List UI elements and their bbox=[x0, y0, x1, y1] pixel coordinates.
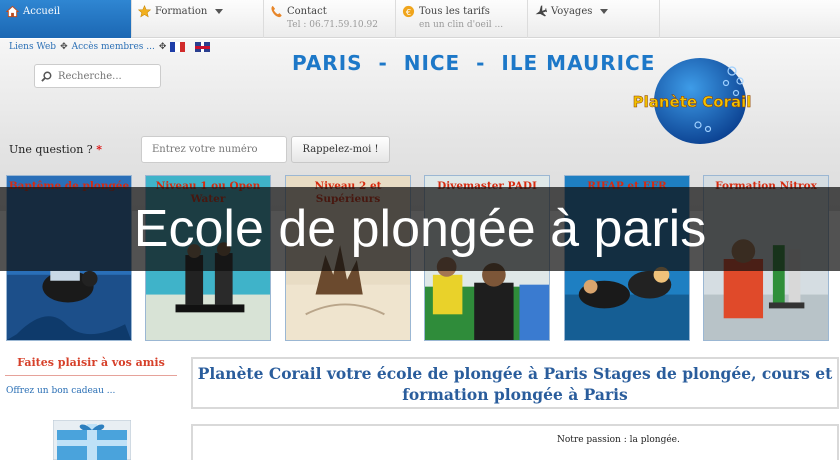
nav-filler bbox=[660, 0, 840, 38]
uk-flag-icon[interactable] bbox=[195, 42, 211, 52]
gift-voucher-link[interactable]: Offrez un bon cadeau ... bbox=[6, 386, 115, 396]
overlay-title: Ecole de plongée à paris bbox=[133, 200, 707, 258]
question-label: Une question ? * bbox=[9, 143, 102, 156]
gift-box-icon[interactable] bbox=[53, 420, 131, 460]
diamond-icon: ✥ bbox=[158, 42, 167, 52]
nav-label: Voyages bbox=[551, 6, 593, 17]
chevron-down-icon bbox=[215, 9, 224, 14]
nav-label: Formation bbox=[155, 6, 208, 17]
planete-corail-logo[interactable]: Planète Corail bbox=[628, 55, 756, 147]
language-row: Liens Web ✥ Accès membres ... ✥ bbox=[9, 42, 211, 52]
diamond-icon: ✥ bbox=[60, 42, 68, 52]
home-icon bbox=[6, 5, 19, 18]
nav-item-voyages[interactable]: Voyages bbox=[528, 0, 660, 38]
svg-text:€: € bbox=[406, 7, 411, 17]
main-title-box: Planète Corail votre école de plongée à … bbox=[191, 357, 839, 409]
members-link[interactable]: Accès membres ... bbox=[72, 42, 155, 52]
main-title: Planète Corail votre école de plongée à … bbox=[197, 364, 833, 404]
search-input[interactable] bbox=[58, 70, 153, 82]
nav-label: Accueil bbox=[23, 6, 61, 17]
passion-box: Notre passion : la plongée. bbox=[191, 424, 839, 460]
required-star: * bbox=[96, 143, 102, 156]
question-text: Une question ? bbox=[9, 143, 93, 156]
french-flag-icon[interactable] bbox=[170, 42, 186, 52]
airplane-icon bbox=[535, 5, 547, 17]
star-icon bbox=[138, 5, 151, 18]
euro-icon: € bbox=[402, 5, 415, 18]
nav-label: Contact bbox=[287, 6, 327, 17]
callback-button[interactable]: Rappelez-moi ! bbox=[291, 136, 390, 163]
svg-text:Planète Corail: Planète Corail bbox=[633, 93, 752, 111]
phone-number-input[interactable] bbox=[141, 136, 287, 163]
chevron-down-icon bbox=[600, 9, 609, 14]
nav-label: Tous les tarifs bbox=[419, 6, 490, 17]
nav-item-accueil[interactable]: Accueil bbox=[0, 0, 132, 38]
nav-sub-text: Tel : 06.71.59.10.92 bbox=[287, 20, 378, 30]
nav-item-contact[interactable]: Contact Tel : 06.71.59.10.92 bbox=[264, 0, 396, 38]
top-navigation: Accueil Formation Contact Tel : 06.71.59… bbox=[0, 0, 840, 38]
nav-item-formation[interactable]: Formation bbox=[132, 0, 264, 38]
search-icon bbox=[41, 71, 52, 82]
nav-item-tarifs[interactable]: € Tous les tarifs en un clin d'oeil ... bbox=[396, 0, 528, 38]
passion-text: Notre passion : la plongée. bbox=[557, 435, 680, 445]
title-overlay: Ecole de plongée à paris bbox=[0, 187, 840, 271]
search-box bbox=[34, 64, 161, 88]
phone-icon bbox=[271, 5, 282, 18]
site-headline: PARIS - NICE - ILE MAURICE bbox=[292, 51, 656, 75]
gift-section-title: Faites plaisir à vos amis bbox=[5, 356, 177, 376]
web-links-link[interactable]: Liens Web bbox=[9, 42, 56, 52]
nav-sub-text: en un clin d'oeil ... bbox=[419, 20, 504, 30]
